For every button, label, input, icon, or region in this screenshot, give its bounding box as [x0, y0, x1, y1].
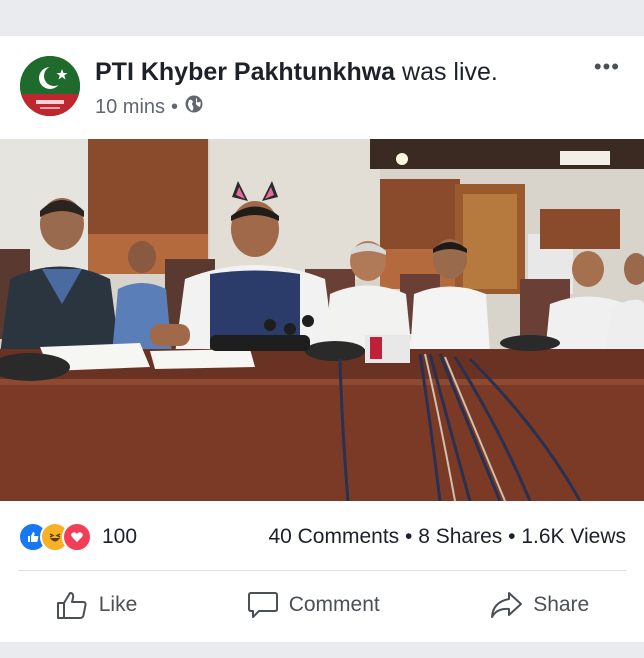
stats-separator: • — [508, 525, 516, 548]
comment-label: Comment — [288, 593, 380, 616]
meta-separator: • — [171, 95, 179, 118]
more-options-icon[interactable]: ••• — [594, 54, 620, 80]
share-label: Share — [533, 593, 590, 616]
post-actions: Like Comment Share — [0, 581, 644, 629]
live-status-text: was live. — [395, 58, 498, 86]
reaction-count: 100 — [102, 525, 138, 548]
globe-icon — [184, 94, 204, 120]
reactions-summary[interactable]: 100 — [18, 522, 137, 552]
shares-count[interactable]: 8 Shares — [418, 525, 502, 548]
like-button[interactable]: Like — [55, 590, 138, 620]
post-timestamp[interactable]: 10 mins — [95, 96, 165, 119]
page-name-link[interactable]: PTI Khyber Pakhtunkhwa — [95, 58, 395, 86]
stats-separator: • — [405, 525, 413, 548]
post-stats-bar: 100 40 Comments • 8 Shares • 1.6K Views — [18, 520, 626, 554]
share-arrow-icon — [489, 590, 523, 620]
live-video-thumbnail[interactable] — [0, 139, 644, 501]
post-card: PTI Khyber Pakhtunkhwa was live. 10 mins… — [0, 36, 644, 642]
post-meta: 10 mins • — [95, 94, 204, 120]
love-icon — [62, 522, 92, 552]
divider — [18, 570, 626, 571]
comments-count[interactable]: 40 Comments — [268, 525, 399, 548]
comment-button[interactable]: Comment — [247, 590, 380, 620]
post-header-title: PTI Khyber Pakhtunkhwa was live. — [95, 58, 498, 87]
page-avatar[interactable] — [20, 56, 80, 116]
share-button[interactable]: Share — [489, 590, 589, 620]
views-count: 1.6K Views — [521, 525, 626, 548]
thumbs-up-icon — [55, 590, 89, 620]
engagement-counts: 40 Comments • 8 Shares • 1.6K Views — [268, 525, 626, 549]
speech-bubble-icon — [247, 590, 279, 620]
like-label: Like — [98, 593, 138, 616]
feed-background-bottom — [0, 642, 644, 658]
feed-background-top — [0, 0, 644, 36]
